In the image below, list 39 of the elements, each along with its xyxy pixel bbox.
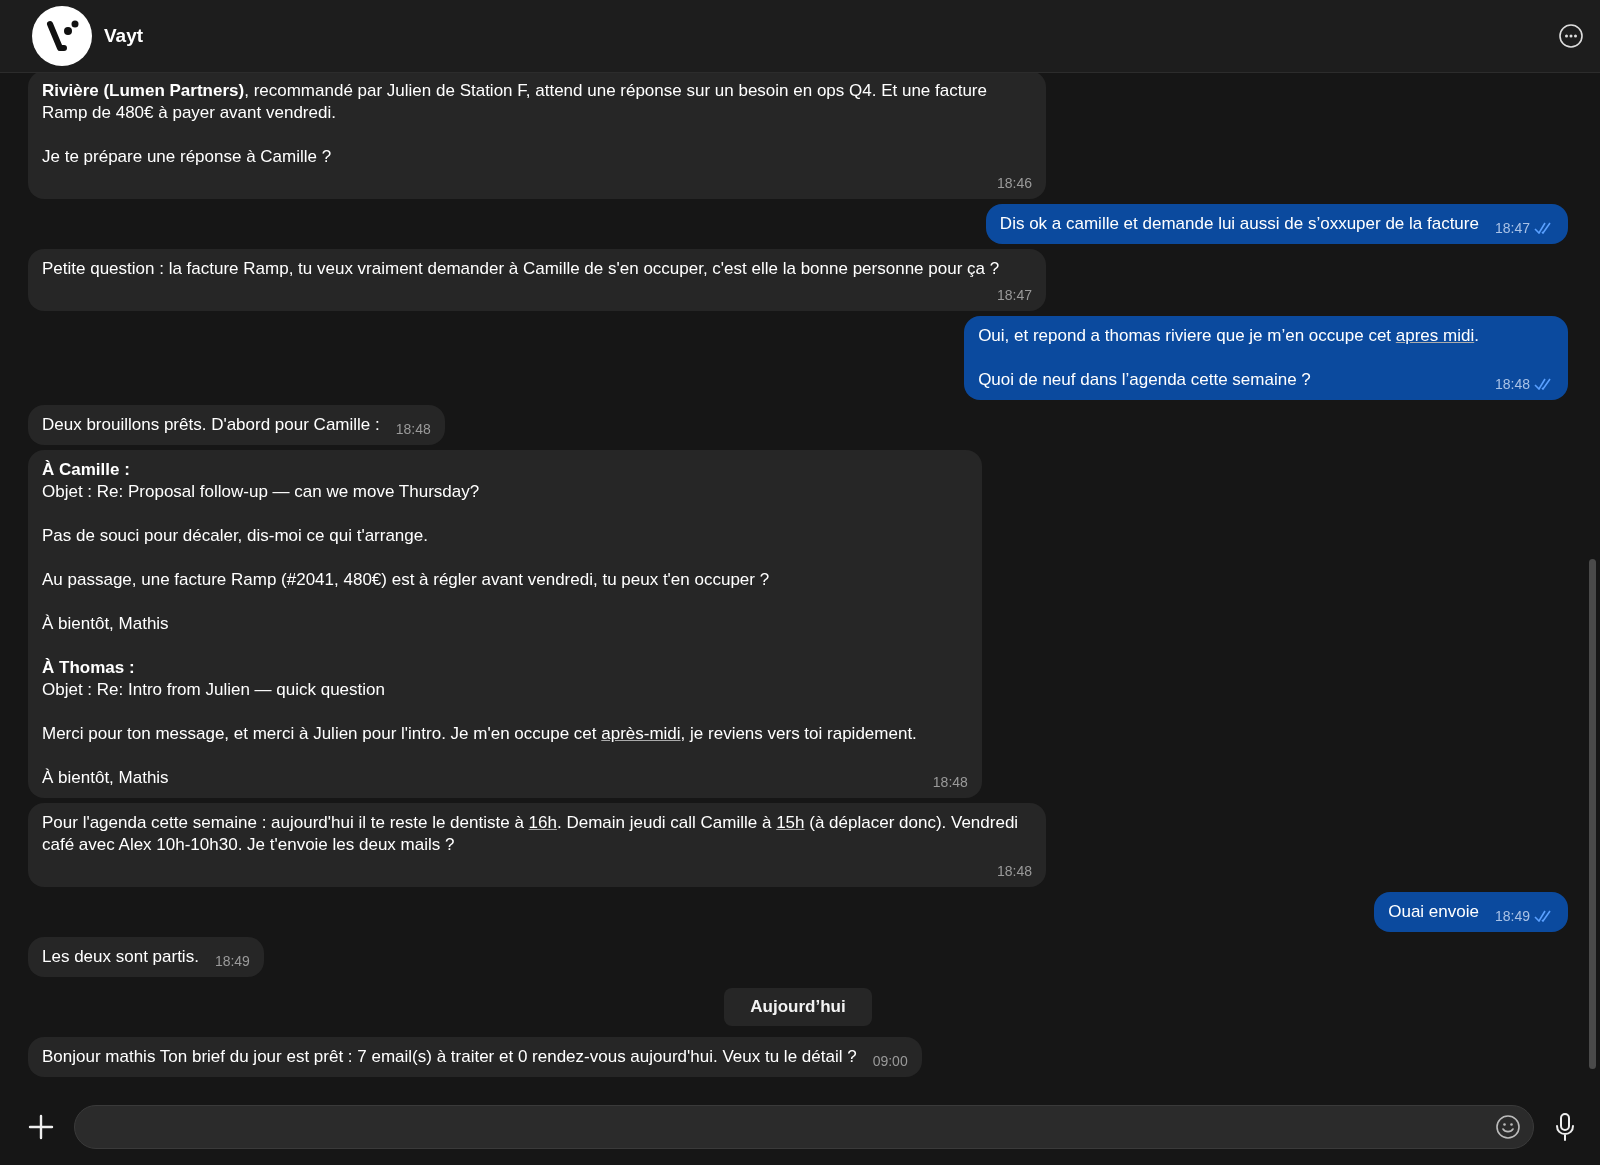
more-icon[interactable] (1558, 23, 1584, 49)
message-time: 18:48 (1494, 375, 1530, 394)
date-link[interactable]: apres midi (1395, 326, 1475, 345)
message-text: Au passage, une facture Ramp (#2041, 480€) est à régler avant vendredi, tu peux t'en occuper ? (42, 569, 771, 591)
message-time: 18:48 (932, 773, 968, 792)
message-text: À bientôt, Mathis (42, 613, 170, 635)
message-text: Oui, et repond a thomas riviere que je m’en occupe cet apres midi. (978, 325, 1479, 347)
logo-avatar (32, 6, 92, 66)
message-time: 18:47 (1494, 219, 1530, 238)
message-time: 18:48 (996, 862, 1032, 881)
date-link[interactable]: 16h (528, 813, 557, 832)
message-time: 18:46 (996, 174, 1032, 193)
date-link[interactable]: 15h (776, 813, 805, 832)
date-link[interactable]: après-midi (601, 724, 681, 743)
scrollbar[interactable] (1589, 559, 1596, 1069)
message-time: 18:48 (395, 420, 431, 439)
message-text: Rivière (Lumen Partners), recommandé par Julien de Station F, attend une réponse sur un besoin en ops Q4. Et une facture Ramp de 480€ à payer avant vendredi. (42, 80, 988, 124)
message-time: 18:49 (1494, 907, 1530, 926)
message-text: Dis ok a camille et demande lui aussi de s’oxxuper de la facture (999, 213, 1479, 235)
chat-title: Vayt (104, 25, 145, 47)
plus-icon[interactable] (26, 1112, 56, 1142)
message-time: 09:00 (872, 1052, 908, 1071)
message-text: Je te prépare une réponse à Camille ? (42, 146, 333, 168)
message-text: Pas de souci pour décaler, dis-moi ce qui t'arrange. (42, 525, 429, 547)
message-text: Pour l'agenda cette semaine : aujourd'hui il te reste le dentiste à 16h. Demain jeudi call Camille à 15h (à déplacer donc). Vendredi café avec Alex 10h-10h30. Je t'envoie les deux mails ? (42, 812, 1020, 856)
message-input-field[interactable] (74, 1105, 1534, 1149)
message-time: 18:49 (214, 952, 250, 971)
message-text: Les deux sont partis. (42, 946, 199, 968)
message-time: 18:47 (996, 286, 1032, 305)
emoji-icon[interactable] (1495, 1114, 1521, 1140)
message-text: Quoi de neuf dans l’agenda cette semaine ? (978, 369, 1312, 391)
message-text: Merci pour ton message, et merci à Julien pour l'intro. Je m'en occupe cet après-midi, je reviens vers toi rapidement. (42, 723, 917, 745)
message-text: Bonjour mathis Ton brief du jour est prêt : 7 email(s) à traiter et 0 rendez-vous aujourd'hui. Veux tu le détail ? (42, 1046, 857, 1068)
message-text: À Camille : Objet : Re: Proposal follow-up — can we move Thursday? (42, 459, 481, 503)
message-text: Petite question : la facture Ramp, tu veux vraiment demander à Camille de s'en occuper, c'est elle la bonne personne pour ça ? (42, 258, 1000, 280)
message-text: À Thomas : Objet : Re: Intro from Julien — quick question (42, 657, 386, 701)
message-text: À bientôt, Mathis (42, 767, 170, 789)
message-text: Ouai envoie (1388, 901, 1479, 923)
message-text: Deux brouillons prêts. D'abord pour Camille : (42, 414, 380, 436)
